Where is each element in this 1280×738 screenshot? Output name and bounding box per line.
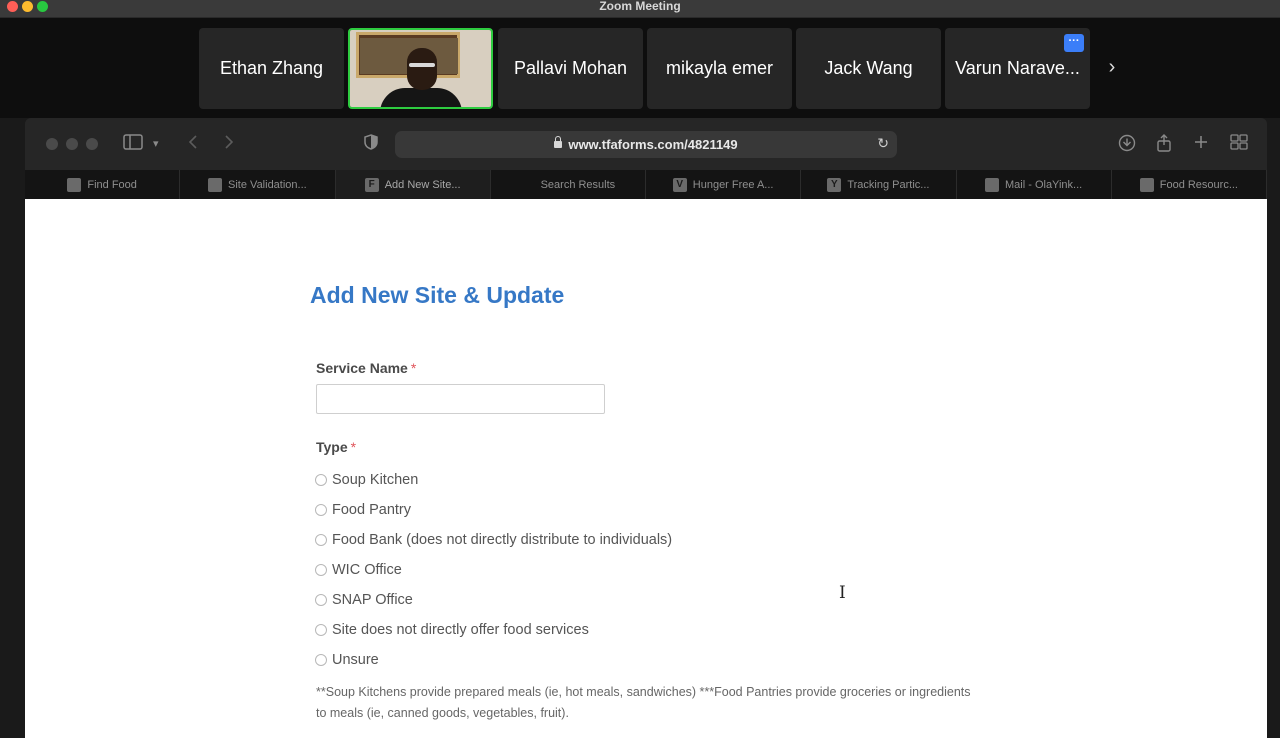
radio-button[interactable] xyxy=(315,474,327,486)
participant-name: mikayla emer xyxy=(665,58,774,78)
tab-mail[interactable]: Mail - OlaYink... xyxy=(957,170,1112,199)
find-food-icon xyxy=(67,177,82,192)
zoom-title-bar: Zoom Meeting xyxy=(0,0,1280,18)
dropbox-icon xyxy=(1139,177,1154,192)
grid-icon xyxy=(208,177,223,192)
lock-icon xyxy=(554,136,563,148)
tab-overview-icon[interactable] xyxy=(1230,134,1248,154)
type-option-food-pantry[interactable]: Food Pantry xyxy=(315,500,411,520)
type-label: Type * xyxy=(316,439,356,455)
minimize-window-button[interactable] xyxy=(66,138,78,150)
tab-food-resources[interactable]: Food Resourc... xyxy=(1112,170,1267,199)
chevron-down-icon[interactable]: ▾ xyxy=(153,134,159,154)
new-tab-icon[interactable] xyxy=(1193,134,1209,154)
service-name-input[interactable] xyxy=(316,384,605,414)
web-page: Add New Site & Update Service Name * Type… xyxy=(25,199,1267,738)
radio-button[interactable] xyxy=(315,654,327,666)
tab-bar: Find Food Site Validation... F Add New Si… xyxy=(25,170,1267,199)
participant-video-tile[interactable] xyxy=(348,28,493,109)
close-window-button[interactable] xyxy=(46,138,58,150)
outlook-icon xyxy=(985,177,999,192)
tab-label: Food Resourc... xyxy=(1159,178,1238,191)
participant-video xyxy=(350,30,491,107)
participant-name: Ethan Zhang xyxy=(219,58,324,78)
search-results-icon xyxy=(521,178,535,192)
reload-icon[interactable]: ↻ xyxy=(877,135,889,152)
tab-find-food[interactable]: Find Food xyxy=(25,170,181,199)
window-title: Zoom Meeting xyxy=(599,0,681,13)
participant-tile[interactable]: Jack Wang xyxy=(796,28,941,109)
tab-hunger-free[interactable]: V Hunger Free A... xyxy=(646,170,802,199)
radio-label: Food Bank (does not directly distribute … xyxy=(332,532,673,548)
radio-button[interactable] xyxy=(315,594,327,606)
tab-add-new-site[interactable]: F Add New Site... xyxy=(335,170,491,199)
participant-tile[interactable]: Pallavi Mohan xyxy=(498,28,643,109)
type-option-wic-office[interactable]: WIC Office xyxy=(315,560,402,580)
url-text: www.tfaforms.com/4821149 xyxy=(395,136,897,152)
tab-site-validation[interactable]: Site Validation... xyxy=(180,170,336,199)
tab-search-results[interactable]: Search Results xyxy=(491,170,646,199)
zoom-window-button[interactable] xyxy=(86,138,98,150)
back-icon[interactable] xyxy=(188,134,198,154)
radio-button[interactable] xyxy=(315,534,327,546)
type-option-no-food-services[interactable]: Site does not directly offer food servic… xyxy=(315,620,589,640)
downloads-icon[interactable] xyxy=(1118,134,1136,156)
url-value: www.tfaforms.com/4821149 xyxy=(568,137,738,152)
privacy-shield-icon[interactable] xyxy=(364,134,378,154)
required-mark: * xyxy=(350,439,357,455)
type-option-unsure[interactable]: Unsure xyxy=(315,650,379,670)
type-footnote: **Soup Kitchens provide prepared meals (… xyxy=(316,685,971,720)
tab-label: Add New Site... xyxy=(384,178,461,191)
participant-name: Varun Narave... xyxy=(955,58,1080,78)
participant-name: Pallavi Mohan xyxy=(513,58,628,78)
type-option-food-bank[interactable]: Food Bank (does not directly distribute … xyxy=(315,530,672,550)
tab-label: Search Results xyxy=(540,178,616,191)
share-icon[interactable] xyxy=(1156,134,1172,156)
participant-tile[interactable]: Varun Narave... ··· xyxy=(945,28,1090,109)
service-name-label-text: Service Name xyxy=(316,360,408,376)
tab-label: Tracking Partic... xyxy=(847,178,930,191)
form-title: Add New Site & Update xyxy=(310,282,565,308)
type-option-snap-office[interactable]: SNAP Office xyxy=(315,590,413,610)
tab-label: Mail - OlaYink... xyxy=(1005,178,1083,191)
radio-label: SNAP Office xyxy=(332,592,413,608)
type-label-text: Type xyxy=(316,439,348,455)
participant-tile[interactable]: mikayla emer xyxy=(647,28,792,109)
address-bar[interactable]: www.tfaforms.com/4821149 ↻ xyxy=(395,131,897,158)
radio-label: Site does not directly offer food servic… xyxy=(332,622,589,638)
participant-tile[interactable]: Ethan Zhang xyxy=(199,28,344,109)
radio-button[interactable] xyxy=(315,564,327,576)
next-page-button[interactable]: › xyxy=(1102,56,1122,79)
required-mark: * xyxy=(410,360,417,376)
text-cursor-icon: I xyxy=(839,583,846,603)
radio-button[interactable] xyxy=(315,624,327,636)
tab-label: Site Validation... xyxy=(228,178,307,191)
radio-label: WIC Office xyxy=(332,562,402,578)
tab-label: Find Food xyxy=(87,178,137,191)
radio-label: Food Pantry xyxy=(332,502,411,518)
participant-name: Jack Wang xyxy=(824,58,913,78)
service-name-label: Service Name * xyxy=(316,360,416,376)
radio-label: Soup Kitchen xyxy=(332,472,419,488)
more-options-button[interactable]: ··· xyxy=(1064,34,1084,52)
forward-icon[interactable] xyxy=(224,134,234,154)
type-option-soup-kitchen[interactable]: Soup Kitchen xyxy=(315,470,418,490)
radio-label: Unsure xyxy=(332,652,379,668)
participant-gallery: Ethan Zhang Pallavi Mohan mikayla emer J… xyxy=(0,18,1280,118)
radio-button[interactable] xyxy=(315,504,327,516)
tab-tracking[interactable]: Y Tracking Partic... xyxy=(801,170,957,199)
browser-window: ▾ www.tfaforms.com/4821149 ↻ Find Food S… xyxy=(25,118,1267,738)
browser-toolbar: ▾ www.tfaforms.com/4821149 ↻ xyxy=(25,118,1267,170)
tab-label: Hunger Free A... xyxy=(692,178,774,191)
v-icon: V xyxy=(672,177,687,192)
formassembly-icon: F xyxy=(364,177,379,192)
y-icon: Y xyxy=(827,177,842,192)
sidebar-icon[interactable] xyxy=(123,134,143,154)
